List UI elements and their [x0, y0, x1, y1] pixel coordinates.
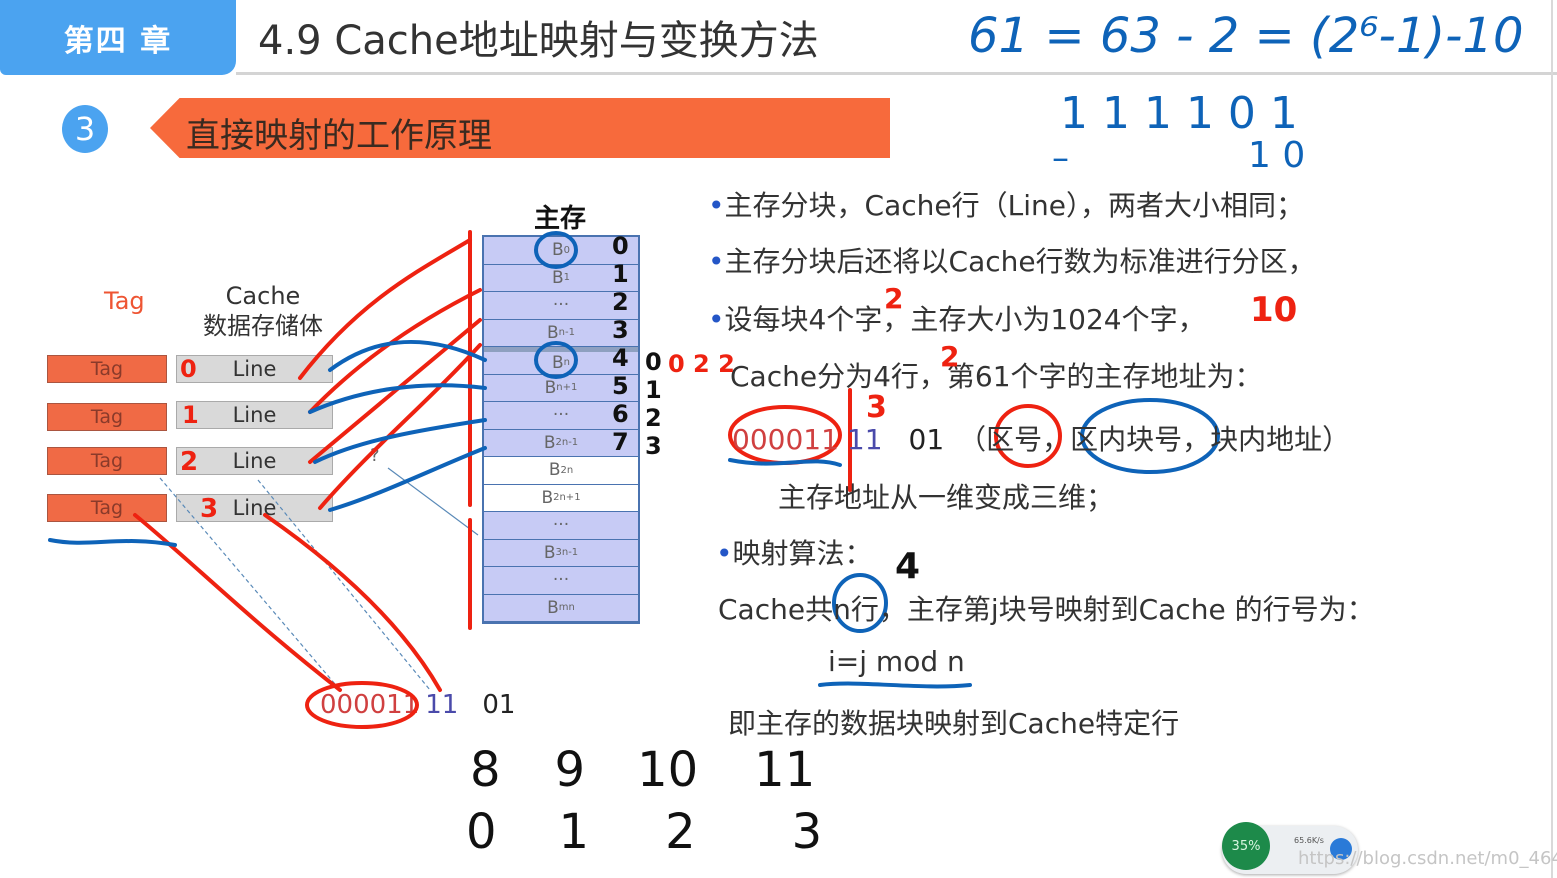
algo-line: Cache共n行，主存第j块号映射到Cache 的行号为：: [718, 593, 1375, 626]
handwritten-binary: 1 1 1 1 0 1: [1060, 88, 1298, 139]
blue-circle-bn: [534, 341, 578, 379]
handwritten-grid-bottom: 0123: [466, 804, 823, 860]
red-circle-tag-bits: [305, 681, 419, 729]
blue-underline-tag: [48, 538, 177, 547]
note-lines-count: 4: [895, 546, 921, 587]
handwritten-formula: 61 = 63 - 2 = (2⁶-1)-10: [968, 8, 1524, 64]
red-arrow-b1: [308, 288, 482, 414]
bullet-3: •设每块4个字，主存大小为1024个字，: [708, 303, 1206, 336]
bullet-dot: •: [708, 189, 725, 222]
blue-arrow-bn1: [308, 383, 487, 414]
cache-line-number-2: 2: [180, 447, 199, 477]
address-breakdown: 000011 11 01 （区号，区内块号，块内地址）: [732, 418, 1350, 458]
cache-line-number-0: 0: [180, 355, 197, 383]
bullet-dot: •: [708, 303, 725, 336]
cache-line-number-3: 3: [200, 494, 219, 524]
note-line-bits: 2: [940, 340, 960, 373]
handwritten-dash: –: [1052, 138, 1069, 178]
note-tag-bits: 3: [866, 390, 887, 425]
dimension-note: 主存地址从一维变成三维；: [778, 481, 1115, 514]
bullet-dot: •: [708, 245, 725, 278]
mapping-formula: i=j mod n: [828, 645, 965, 678]
handwritten-binary-2: 1 0: [1248, 135, 1306, 176]
blue-arrow-b2n1: [328, 446, 487, 512]
red-arrow-tag: [133, 513, 342, 692]
note-memory-bits: 10: [1250, 290, 1298, 330]
blue-underline-formula: [818, 681, 972, 689]
watermark: https://blog.csdn.net/m0_46413065: [1298, 848, 1557, 869]
conclusion: 即主存的数据块映射到Cache特定行: [728, 707, 1180, 740]
bullet-dot: •: [716, 537, 733, 570]
guide-arrow: [387, 467, 479, 536]
second-index-column: 0 1 2 3: [645, 348, 662, 460]
dashed-guide-index: [257, 479, 431, 691]
dashed-guide-tag: [159, 477, 341, 691]
address-offset-bits: 01: [908, 423, 945, 456]
note-offset-bits: 2: [884, 282, 904, 315]
algo-heading: •映射算法：: [716, 537, 873, 570]
bullet-4: Cache分为4行，第61个字的主存地址为：: [730, 360, 1263, 393]
cache-line-number-1: 1: [182, 401, 199, 429]
side-note: 0 2 2: [668, 350, 735, 378]
bullet-1: •主存分块，Cache行（Line），两者大小相同；: [708, 189, 1304, 222]
network-speed-text: 65.6K/s: [1294, 836, 1324, 845]
memory-index-column: 0 1 2 3 4 5 6 7: [612, 232, 629, 456]
red-arrow-line: [263, 513, 442, 692]
address-index-bits: 11: [846, 423, 883, 456]
blue-circle-b0: [534, 231, 578, 269]
address-legend: （区号，区内块号，块内地址）: [958, 423, 1351, 456]
memory-usage-indicator[interactable]: 35%: [1222, 822, 1270, 870]
blue-underline-address: [728, 458, 842, 467]
address-tag-bits: 000011: [732, 423, 839, 456]
bullet-2: •主存分块后还将以Cache行数为标准进行分区，: [708, 245, 1316, 278]
handwritten-grid-top: 8 9 10 11: [470, 742, 816, 798]
